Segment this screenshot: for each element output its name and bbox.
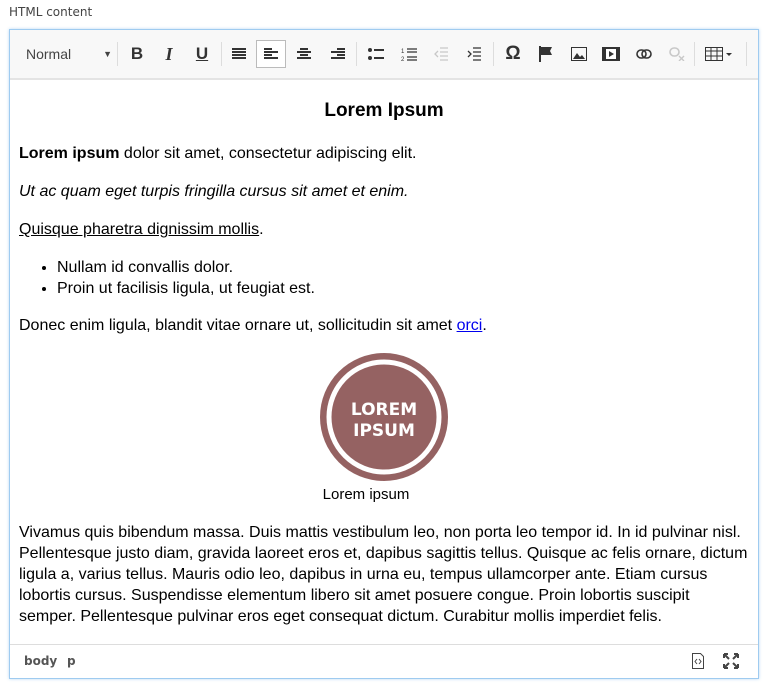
text: .: [482, 317, 487, 334]
paragraph-1: Lorem ipsum dolor sit amet, consectetur …: [19, 143, 749, 164]
format-dropdown[interactable]: Normal ▼: [16, 40, 112, 68]
figure: LOREM IPSUM Lorem ipsum: [10, 352, 758, 505]
separator: [694, 42, 695, 66]
italic-button[interactable]: I: [154, 40, 184, 68]
bold-text: Lorem ipsum: [19, 145, 120, 162]
paragraph-3: Quisque pharetra dignissim mollis.: [19, 219, 749, 240]
svg-text:IPSUM: IPSUM: [353, 421, 415, 441]
path-p[interactable]: p: [67, 654, 76, 668]
underline-button[interactable]: U: [187, 40, 217, 68]
separator: [221, 42, 222, 66]
separator: [117, 42, 118, 66]
svg-text:1: 1: [401, 49, 405, 55]
text: .: [259, 221, 264, 238]
bold-button[interactable]: B: [122, 40, 152, 68]
outdent-icon[interactable]: [426, 40, 456, 68]
separator: [746, 42, 747, 66]
video-icon[interactable]: [596, 40, 626, 68]
svg-text:LOREM: LOREM: [351, 400, 417, 420]
paragraph-2: Ut ac quam eget turpis fringilla cursus …: [19, 183, 409, 200]
svg-text:2: 2: [401, 57, 405, 61]
numbered-list-icon[interactable]: 12: [394, 40, 424, 68]
special-character-button[interactable]: Ω: [498, 40, 528, 68]
heading: Lorem Ipsum: [324, 100, 444, 121]
html-editor: Normal ▼ B I U 12 Ω Lorem Ipsum Lorem ips…: [9, 29, 759, 679]
align-right-icon[interactable]: [323, 40, 353, 68]
image-icon[interactable]: [564, 40, 594, 68]
indent-icon[interactable]: [459, 40, 489, 68]
path-body[interactable]: body: [24, 654, 57, 668]
list-item: Proin ut facilisis ligula, ut feugiat es…: [57, 278, 749, 299]
paragraph-5: Vivamus quis bibendum massa. Duis mattis…: [19, 524, 748, 625]
bulleted-list: Nullam id convallis dolor. Proin ut faci…: [19, 257, 749, 299]
toolbar: Normal ▼ B I U 12 Ω: [10, 30, 758, 80]
justify-icon[interactable]: [224, 40, 254, 68]
align-center-icon[interactable]: [289, 40, 319, 68]
orci-link[interactable]: orci: [457, 317, 483, 334]
status-bar: body p: [10, 644, 758, 678]
chevron-down-icon: ▼: [103, 49, 112, 59]
align-left-icon[interactable]: [256, 40, 286, 68]
list-item: Nullam id convallis dolor.: [57, 257, 749, 278]
table-icon[interactable]: [699, 40, 739, 68]
flag-icon[interactable]: [531, 40, 561, 68]
text: Donec enim ligula, blandit vitae ornare …: [19, 317, 457, 334]
paragraph-4: Donec enim ligula, blandit vitae ornare …: [19, 315, 749, 336]
field-label: HTML content: [9, 5, 93, 19]
bulleted-list-icon[interactable]: [361, 40, 391, 68]
underlined-text: Quisque pharetra dignissim mollis: [19, 221, 260, 238]
separator: [356, 42, 357, 66]
format-value: Normal: [26, 46, 72, 62]
separator: [493, 42, 494, 66]
unlink-icon[interactable]: [662, 40, 692, 68]
link-icon[interactable]: [629, 40, 659, 68]
maximize-icon[interactable]: [723, 653, 739, 673]
editor-content[interactable]: Lorem Ipsum Lorem ipsum dolor sit amet, …: [10, 82, 758, 644]
figure-caption: Lorem ipsum: [322, 486, 410, 503]
source-code-icon[interactable]: [692, 653, 704, 673]
text: dolor sit amet, consectetur adipiscing e…: [119, 145, 417, 162]
lorem-ipsum-logo: LOREM IPSUM: [320, 353, 448, 481]
